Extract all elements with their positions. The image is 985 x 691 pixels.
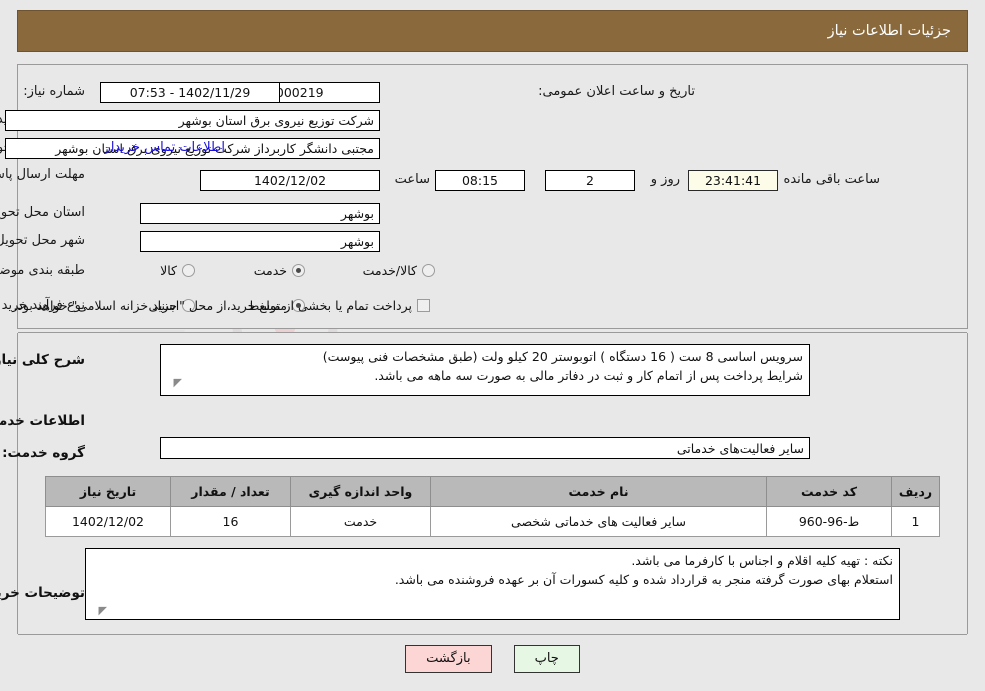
col-service-code: کد خدمت [766,476,892,507]
cell-need-date: 1402/12/02 [45,506,171,537]
buyer-notes-label: توضیحات خریدار: [0,585,85,601]
service-group-label: گروه خدمت: [2,445,85,461]
cell-row-no: 1 [891,506,940,537]
category-option-label: کالا [160,263,177,278]
page-title: جزئیات اطلاعات نیاز [827,23,951,39]
countdown-suffix-label: ساعت باقی مانده [783,172,880,187]
category-radio-service[interactable]: خدمت [254,263,305,278]
print-button[interactable]: چاپ [513,645,580,673]
category-label: طبقه بندی موضوعی: [0,263,85,278]
buyer-contact-link[interactable]: اطلاعات تماس خریدار [105,140,225,155]
buyer-org-field[interactable]: شرکت توزیع نیروی برق استان بوشهر [5,110,380,131]
province-label: استان محل تحویل: [0,205,85,220]
table-row[interactable]: 1 ط-96-960 سایر فعالیت های خدماتی شخصی خ… [45,506,940,537]
col-need-date: تاریخ نیاز [45,476,171,507]
footer-button-row: چاپ بازگشت [0,645,985,673]
col-row-no: ردیف [891,476,940,507]
deadline-label: مهلت ارسال پاسخ: تا تاریخ: [0,167,85,182]
deadline-date-field[interactable]: 1402/12/02 [200,170,380,191]
announce-datetime-field[interactable]: 1402/11/29 - 07:53 [100,82,280,103]
city-field[interactable]: بوشهر [140,231,380,252]
category-option-label: کالا/خدمت [362,263,417,278]
service-group-field[interactable]: سایر فعالیت‌های خدماتی [160,437,810,459]
deadline-time-field[interactable]: 08:15 [435,170,525,191]
city-label: شهر محل تحویل: [0,233,85,248]
cell-service-code: ط-96-960 [766,506,892,537]
table-header-row: ردیف کد خدمت نام خدمت واحد اندازه گیری ت… [45,476,940,507]
radio-circle-goods-service [422,264,435,277]
description-label: شرح کلی نیاز: [0,352,85,368]
province-field[interactable]: بوشهر [140,203,380,224]
cell-unit: خدمت [290,506,431,537]
category-radio-goods-service[interactable]: کالا/خدمت [363,263,435,278]
countdown-field: 23:41:41 [688,170,778,191]
description-textarea[interactable]: سرویس اساسی 8 ست ( 16 دستگاه ) اتوبوستر … [160,344,810,396]
col-unit: واحد اندازه گیری [290,476,431,507]
days-suffix-label: روز و [650,172,680,187]
cell-quantity: 16 [170,506,291,537]
treasury-note-label: پرداخت تمام یا بخشی از مبلغ خرید،از محل … [13,298,412,313]
radio-circle-goods [182,264,195,277]
buyer-notes-textarea[interactable]: نکته : تهیه کلیه اقلام و اجناس با کارفرم… [85,548,900,620]
section-divider-top [18,332,967,333]
services-table-wrapper: ردیف کد خدمت نام خدمت واحد اندازه گیری ت… [45,476,940,537]
services-section-heading: اطلاعات خدمات مورد نیاز [0,413,85,429]
need-info-panel [17,64,968,329]
window-title-bar: جزئیات اطلاعات نیاز [17,10,968,52]
hour-label: ساعت [394,172,430,187]
col-service-name: نام خدمت [430,476,767,507]
cell-service-name: سایر فعالیت های خدماتی شخصی [430,506,767,537]
back-button[interactable]: بازگشت [405,645,492,673]
services-table: ردیف کد خدمت نام خدمت واحد اندازه گیری ت… [45,476,940,537]
checkbox-square-treasury [417,299,430,312]
treasury-bond-checkbox[interactable]: پرداخت تمام یا بخشی از مبلغ خرید،از محل … [13,298,430,313]
buyer-notes-resize-grip[interactable]: ◤ [99,604,107,617]
announce-datetime-label: تاریخ و ساعت اعلان عمومی: [538,84,695,99]
category-option-label: خدمت [253,263,287,278]
days-remaining-field[interactable]: 2 [545,170,635,191]
page-root: AriaTender .net جزئیات اطلاعات نیاز شمار… [0,0,985,691]
col-quantity: تعداد / مقدار [170,476,291,507]
textarea-resize-grip[interactable]: ◤ [174,376,182,389]
need-number-label: شماره نیاز: [23,84,85,99]
radio-circle-service [292,264,305,277]
section-divider-bottom [18,634,967,635]
category-radio-goods[interactable]: کالا [160,263,195,278]
